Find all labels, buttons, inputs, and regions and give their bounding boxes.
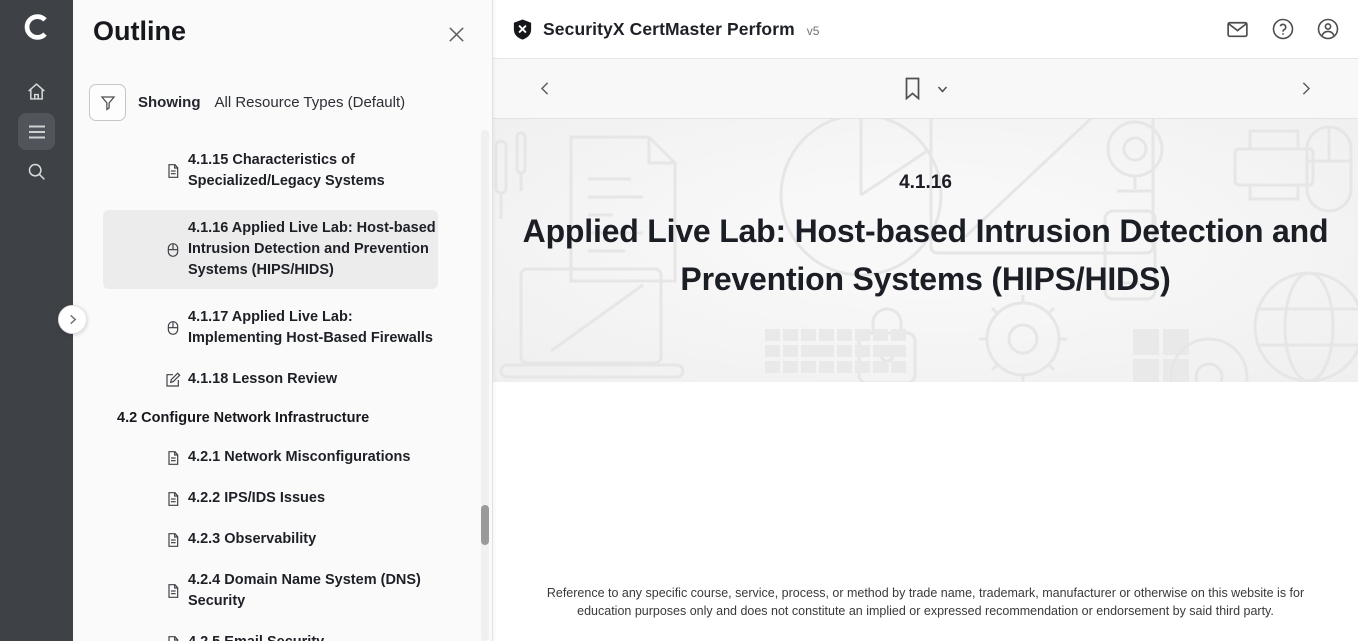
outline-item-label: 4.1.18 Lesson Review <box>188 369 438 390</box>
bookmark-icon <box>903 77 921 100</box>
outline-item-label: 4.2.1 Network Misconfigurations <box>188 447 438 468</box>
menu-icon <box>28 124 46 140</box>
header-actions <box>1225 17 1340 42</box>
document-icon <box>165 163 182 179</box>
outline-item[interactable]: 4.2.3 Observability <box>103 527 438 552</box>
funnel-icon <box>99 94 117 112</box>
chevron-right-icon <box>1297 80 1314 97</box>
outline-item-label: 4.1.15 Characteristics of Specialized/Le… <box>188 150 438 192</box>
outline-item-label: 4.2.4 Domain Name System (DNS) Security <box>188 570 438 612</box>
help-icon <box>1271 17 1295 41</box>
chevron-right-icon <box>67 314 78 325</box>
document-icon <box>165 532 182 548</box>
panel-scrollbar-track[interactable] <box>481 130 489 641</box>
panel-scrollbar-thumb[interactable] <box>481 505 489 545</box>
lesson-banner: 4.1.16 Applied Live Lab: Host-based Intr… <box>493 119 1358 382</box>
help-button[interactable] <box>1271 17 1295 41</box>
lesson-number: 4.1.16 <box>493 172 1358 194</box>
outline-item[interactable]: 4.1.17 Applied Live Lab: Implementing Ho… <box>103 305 438 351</box>
app-title: SecurityX CertMaster Perform <box>543 19 795 40</box>
mail-button[interactable] <box>1225 17 1250 42</box>
comptia-logo[interactable] <box>0 10 73 44</box>
lesson-title: Applied Live Lab: Host-based Intrusion D… <box>493 207 1358 303</box>
filter-value: All Resource Types (Default) <box>215 94 406 111</box>
bookmark-button[interactable] <box>903 77 921 100</box>
outline-item-label: 4.1.16 Applied Live Lab: Host-based Intr… <box>188 218 438 281</box>
profile-icon <box>1316 17 1340 41</box>
edit-icon <box>165 372 182 388</box>
bookmark-menu-button[interactable] <box>936 83 948 95</box>
outline-item[interactable]: 4.2.1 Network Misconfigurations <box>103 445 438 470</box>
search-button[interactable] <box>18 153 55 190</box>
document-icon <box>165 491 182 507</box>
app-header: SecurityX CertMaster Perform v5 <box>493 0 1358 59</box>
outline-item-label: 4.2.2 IPS/IDS Issues <box>188 488 438 509</box>
document-icon <box>165 635 182 641</box>
mouse-icon <box>165 320 182 336</box>
outline-item[interactable]: 4.2.5 Email Security <box>103 630 438 641</box>
disclaimer-text: Reference to any specific course, servic… <box>535 584 1317 620</box>
outline-item[interactable]: 4.1.15 Characteristics of Specialized/Le… <box>103 148 438 194</box>
logo-c-icon <box>20 10 54 44</box>
app-version: v5 <box>807 24 820 38</box>
app-brand: SecurityX CertMaster Perform v5 <box>511 18 819 41</box>
filter-showing-label: Showing <box>138 94 201 111</box>
outline-item-label: 4.2.3 Observability <box>188 529 438 550</box>
previous-page-button[interactable] <box>537 80 554 97</box>
close-icon <box>447 25 466 44</box>
next-page-button[interactable] <box>1297 80 1314 97</box>
outline-item[interactable]: 4.2.4 Domain Name System (DNS) Security <box>103 568 438 614</box>
mouse-icon <box>165 242 182 258</box>
main-content: SecurityX CertMaster Perform v5 <box>493 0 1358 641</box>
outline-item-label: 4.2.5 Email Security <box>188 632 438 641</box>
outline-item[interactable]: 4.1.18 Lesson Review <box>103 367 438 392</box>
outline-item-label: 4.1.17 Applied Live Lab: Implementing Ho… <box>188 307 438 349</box>
mail-icon <box>1225 17 1250 42</box>
outline-list: 4.1.15 Characteristics of Specialized/Le… <box>73 148 480 641</box>
profile-button[interactable] <box>1316 17 1340 41</box>
document-icon <box>165 583 182 599</box>
chevron-down-icon <box>936 83 948 95</box>
panel-close-button[interactable] <box>444 22 468 46</box>
bookmark-group <box>903 77 948 100</box>
outline-section-header: 4.2 Configure Network Infrastructure <box>117 408 417 429</box>
panel-expand-handle[interactable] <box>58 305 87 334</box>
panel-title: Outline <box>93 16 186 47</box>
search-icon <box>26 161 47 182</box>
outline-item[interactable]: 4.2.2 IPS/IDS Issues <box>103 486 438 511</box>
document-icon <box>165 450 182 466</box>
filter-button[interactable] <box>89 84 126 121</box>
home-icon <box>26 81 47 102</box>
outline-item-selected[interactable]: 4.1.16 Applied Live Lab: Host-based Intr… <box>103 210 438 289</box>
outline-menu-button[interactable] <box>18 113 55 150</box>
chevron-left-icon <box>537 80 554 97</box>
home-button[interactable] <box>18 73 55 110</box>
outline-panel: Outline Showing All Resource Types (Defa… <box>73 0 493 641</box>
lesson-toolbar <box>493 59 1358 119</box>
filter-row: Showing All Resource Types (Default) <box>89 84 405 121</box>
shield-x-icon <box>511 18 534 41</box>
